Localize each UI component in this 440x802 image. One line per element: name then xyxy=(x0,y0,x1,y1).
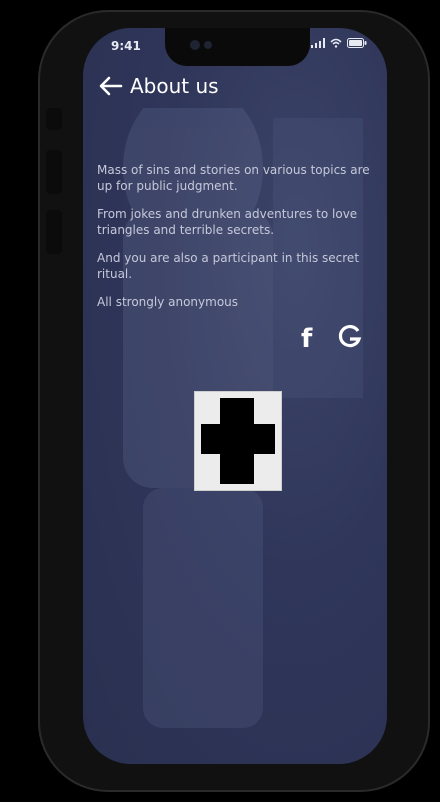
arrow-left-icon[interactable] xyxy=(97,72,125,100)
volume-down-button xyxy=(46,210,62,254)
facebook-icon[interactable]: f xyxy=(301,324,312,354)
phone-notch xyxy=(165,28,310,66)
cross-horizontal-bar xyxy=(201,424,275,454)
about-text: Mass of sins and stories on various topi… xyxy=(97,162,372,322)
battery-icon xyxy=(347,38,367,48)
front-camera xyxy=(190,40,200,50)
cellular-signal-icon xyxy=(311,38,325,48)
front-sensor xyxy=(204,41,212,49)
status-icons xyxy=(311,38,367,48)
page-title: About us xyxy=(130,74,219,98)
about-paragraph: And you are also a participant in this s… xyxy=(97,251,360,281)
volume-up-button xyxy=(46,150,62,194)
wifi-icon xyxy=(330,38,342,48)
about-paragraph: Mass of sins and stories on various topi… xyxy=(97,163,370,193)
google-icon[interactable] xyxy=(337,324,363,350)
app-header: About us xyxy=(83,68,387,123)
about-paragraph: From jokes and drunken adventures to lov… xyxy=(97,207,358,237)
status-time: 9:41 xyxy=(111,39,141,53)
black-cross-image xyxy=(195,392,281,490)
app-screen: 9:41 About us Mass of sins and stories o… xyxy=(83,28,387,764)
about-paragraph: All strongly anonymous xyxy=(97,295,239,309)
side-button xyxy=(46,108,62,130)
